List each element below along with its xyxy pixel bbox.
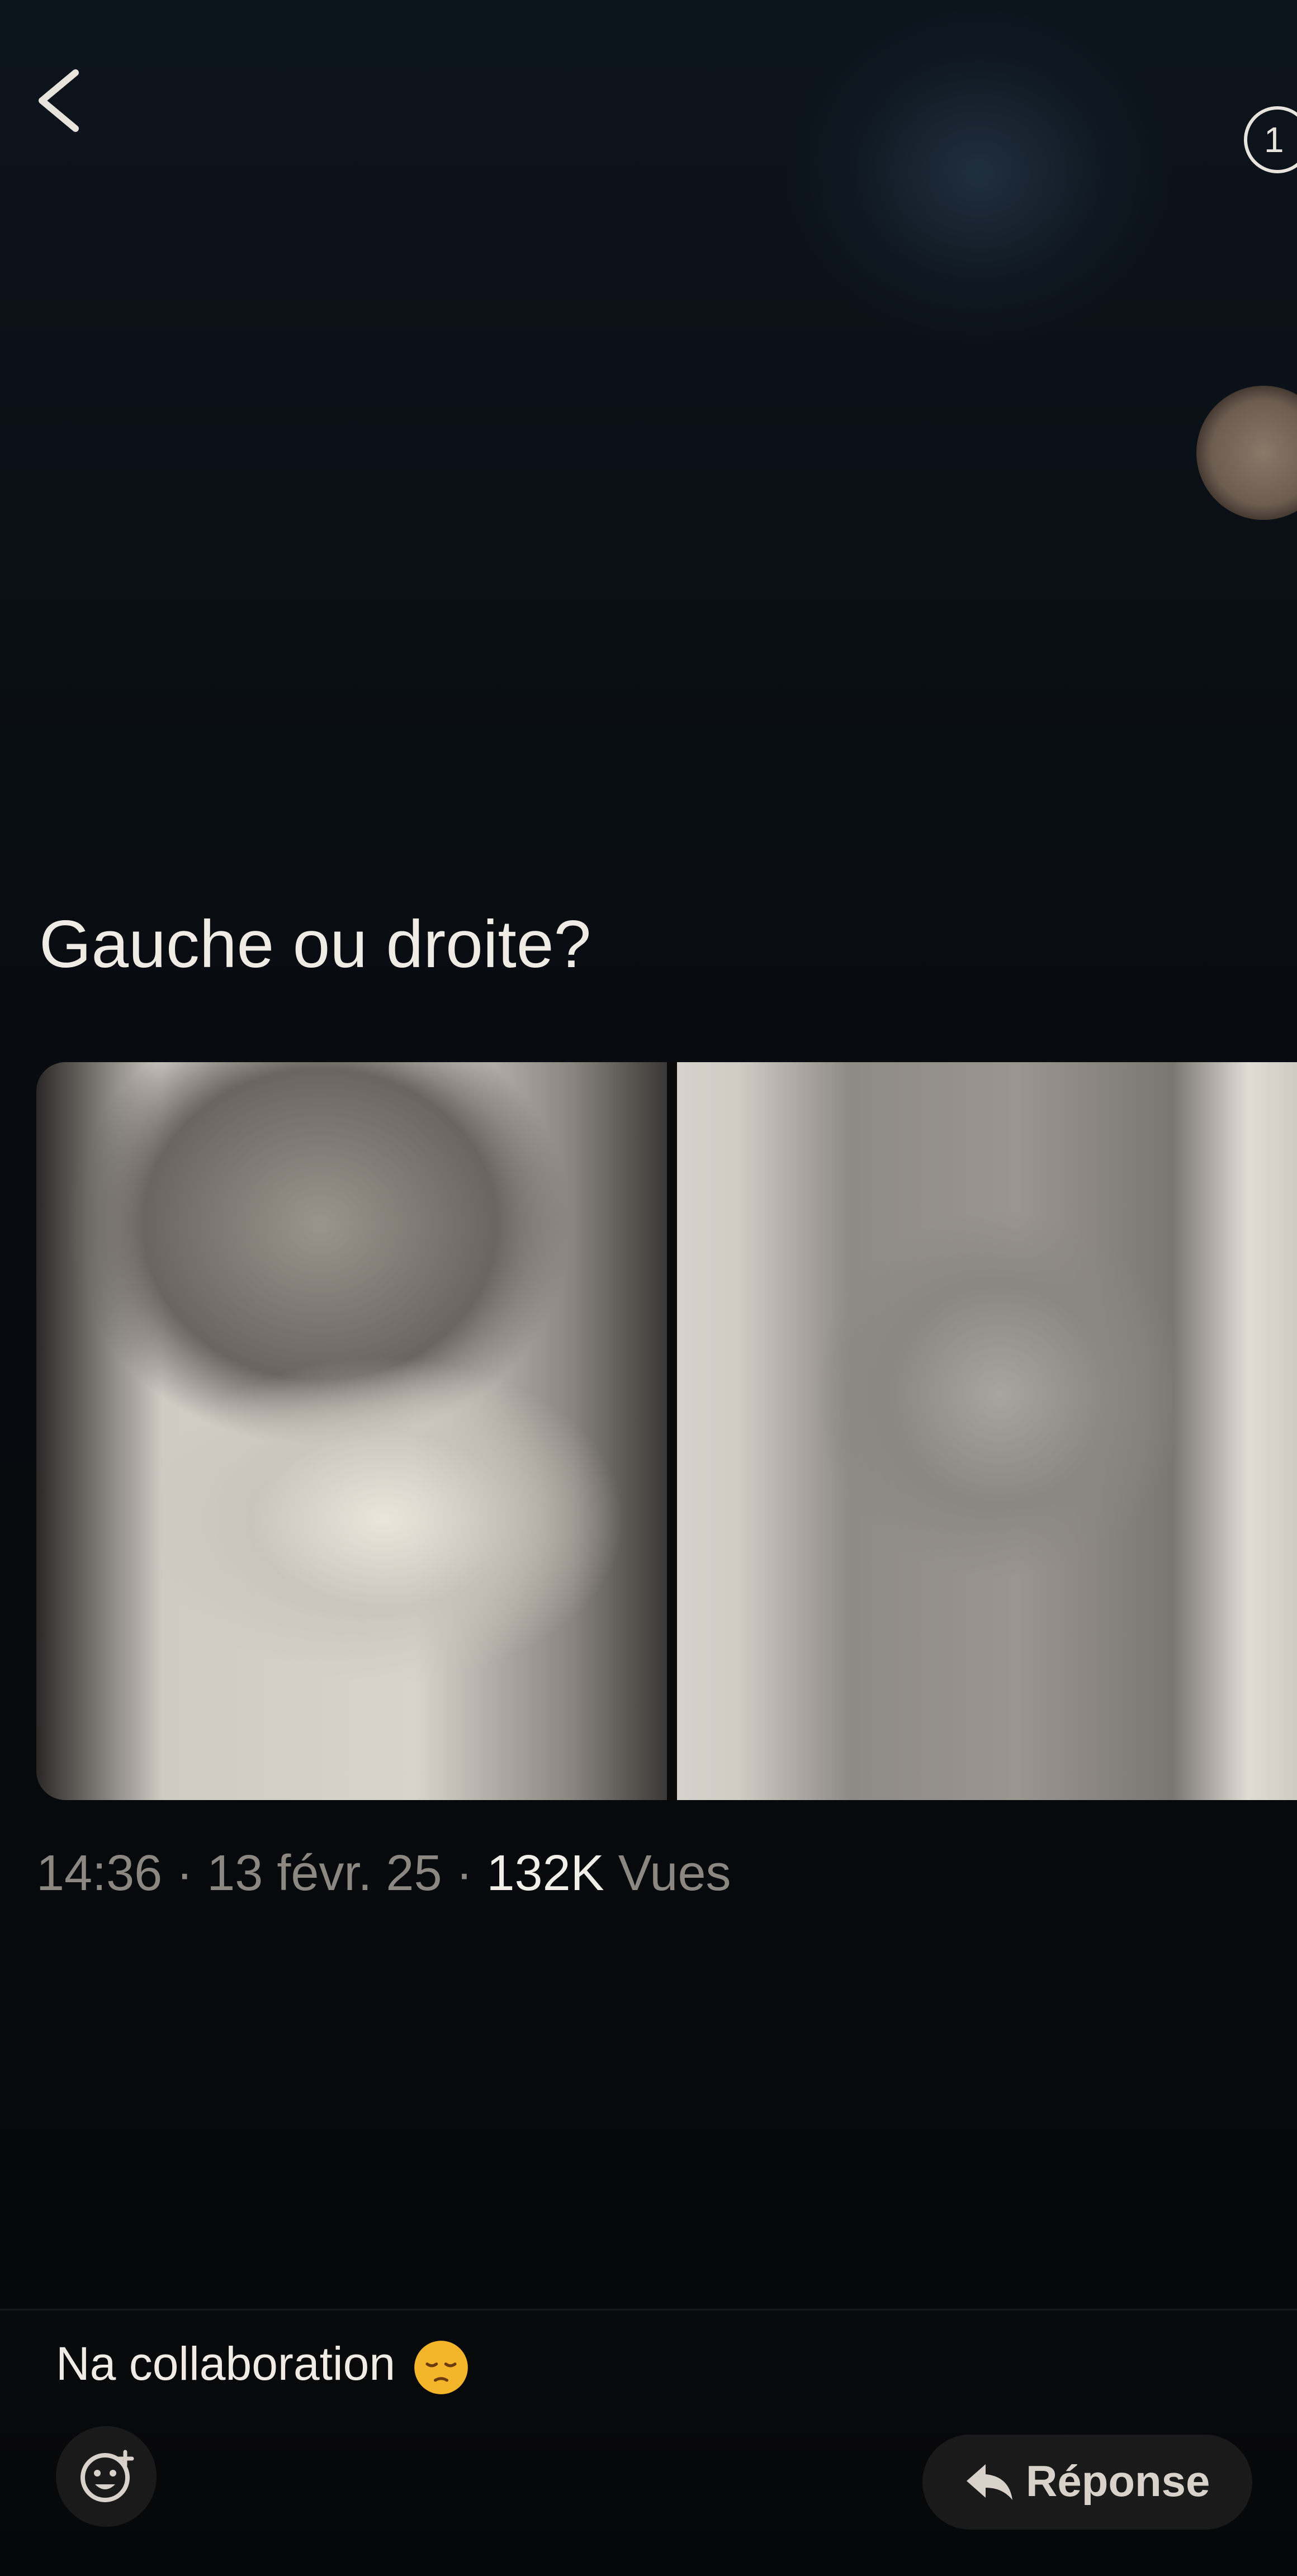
pensive-face-icon xyxy=(414,2340,468,2394)
reply-button[interactable]: Réponse xyxy=(922,2435,1252,2530)
photo-left[interactable] xyxy=(36,1062,667,1800)
post-media xyxy=(36,1062,1297,1800)
meta-separator: · xyxy=(442,1845,487,1901)
chevron-left-icon xyxy=(39,69,79,132)
meta-separator: · xyxy=(162,1845,207,1901)
reply-message: Na collaboration xyxy=(56,2337,396,2390)
media-divider xyxy=(667,1062,677,1800)
avatar[interactable] xyxy=(1196,386,1297,520)
views-label: Vues xyxy=(604,1845,731,1901)
post-meta: 14:36 · 13 févr. 25 · 132K Vues xyxy=(36,1845,731,1902)
post-text: Gauche ou droite? xyxy=(39,907,591,982)
reply-text: Na collaboration xyxy=(56,2337,470,2397)
post-time: 14:36 xyxy=(36,1845,163,1901)
header: 1 xyxy=(0,0,1297,201)
back-button[interactable] xyxy=(22,61,101,140)
add-reaction-icon xyxy=(81,2450,134,2502)
screen: 1 Gauche ou droite? 14:36 · 13 févr. 25 … xyxy=(0,0,1297,2576)
views-count: 132K xyxy=(486,1845,604,1901)
reply-arrow-icon xyxy=(967,2464,1012,2500)
add-reaction-button[interactable] xyxy=(56,2426,157,2527)
photo-right[interactable] xyxy=(677,1062,1297,1800)
post-date: 13 févr. 25 xyxy=(207,1845,442,1901)
count-badge[interactable]: 1 xyxy=(1244,106,1297,173)
reply-button-label: Réponse xyxy=(1026,2456,1210,2506)
